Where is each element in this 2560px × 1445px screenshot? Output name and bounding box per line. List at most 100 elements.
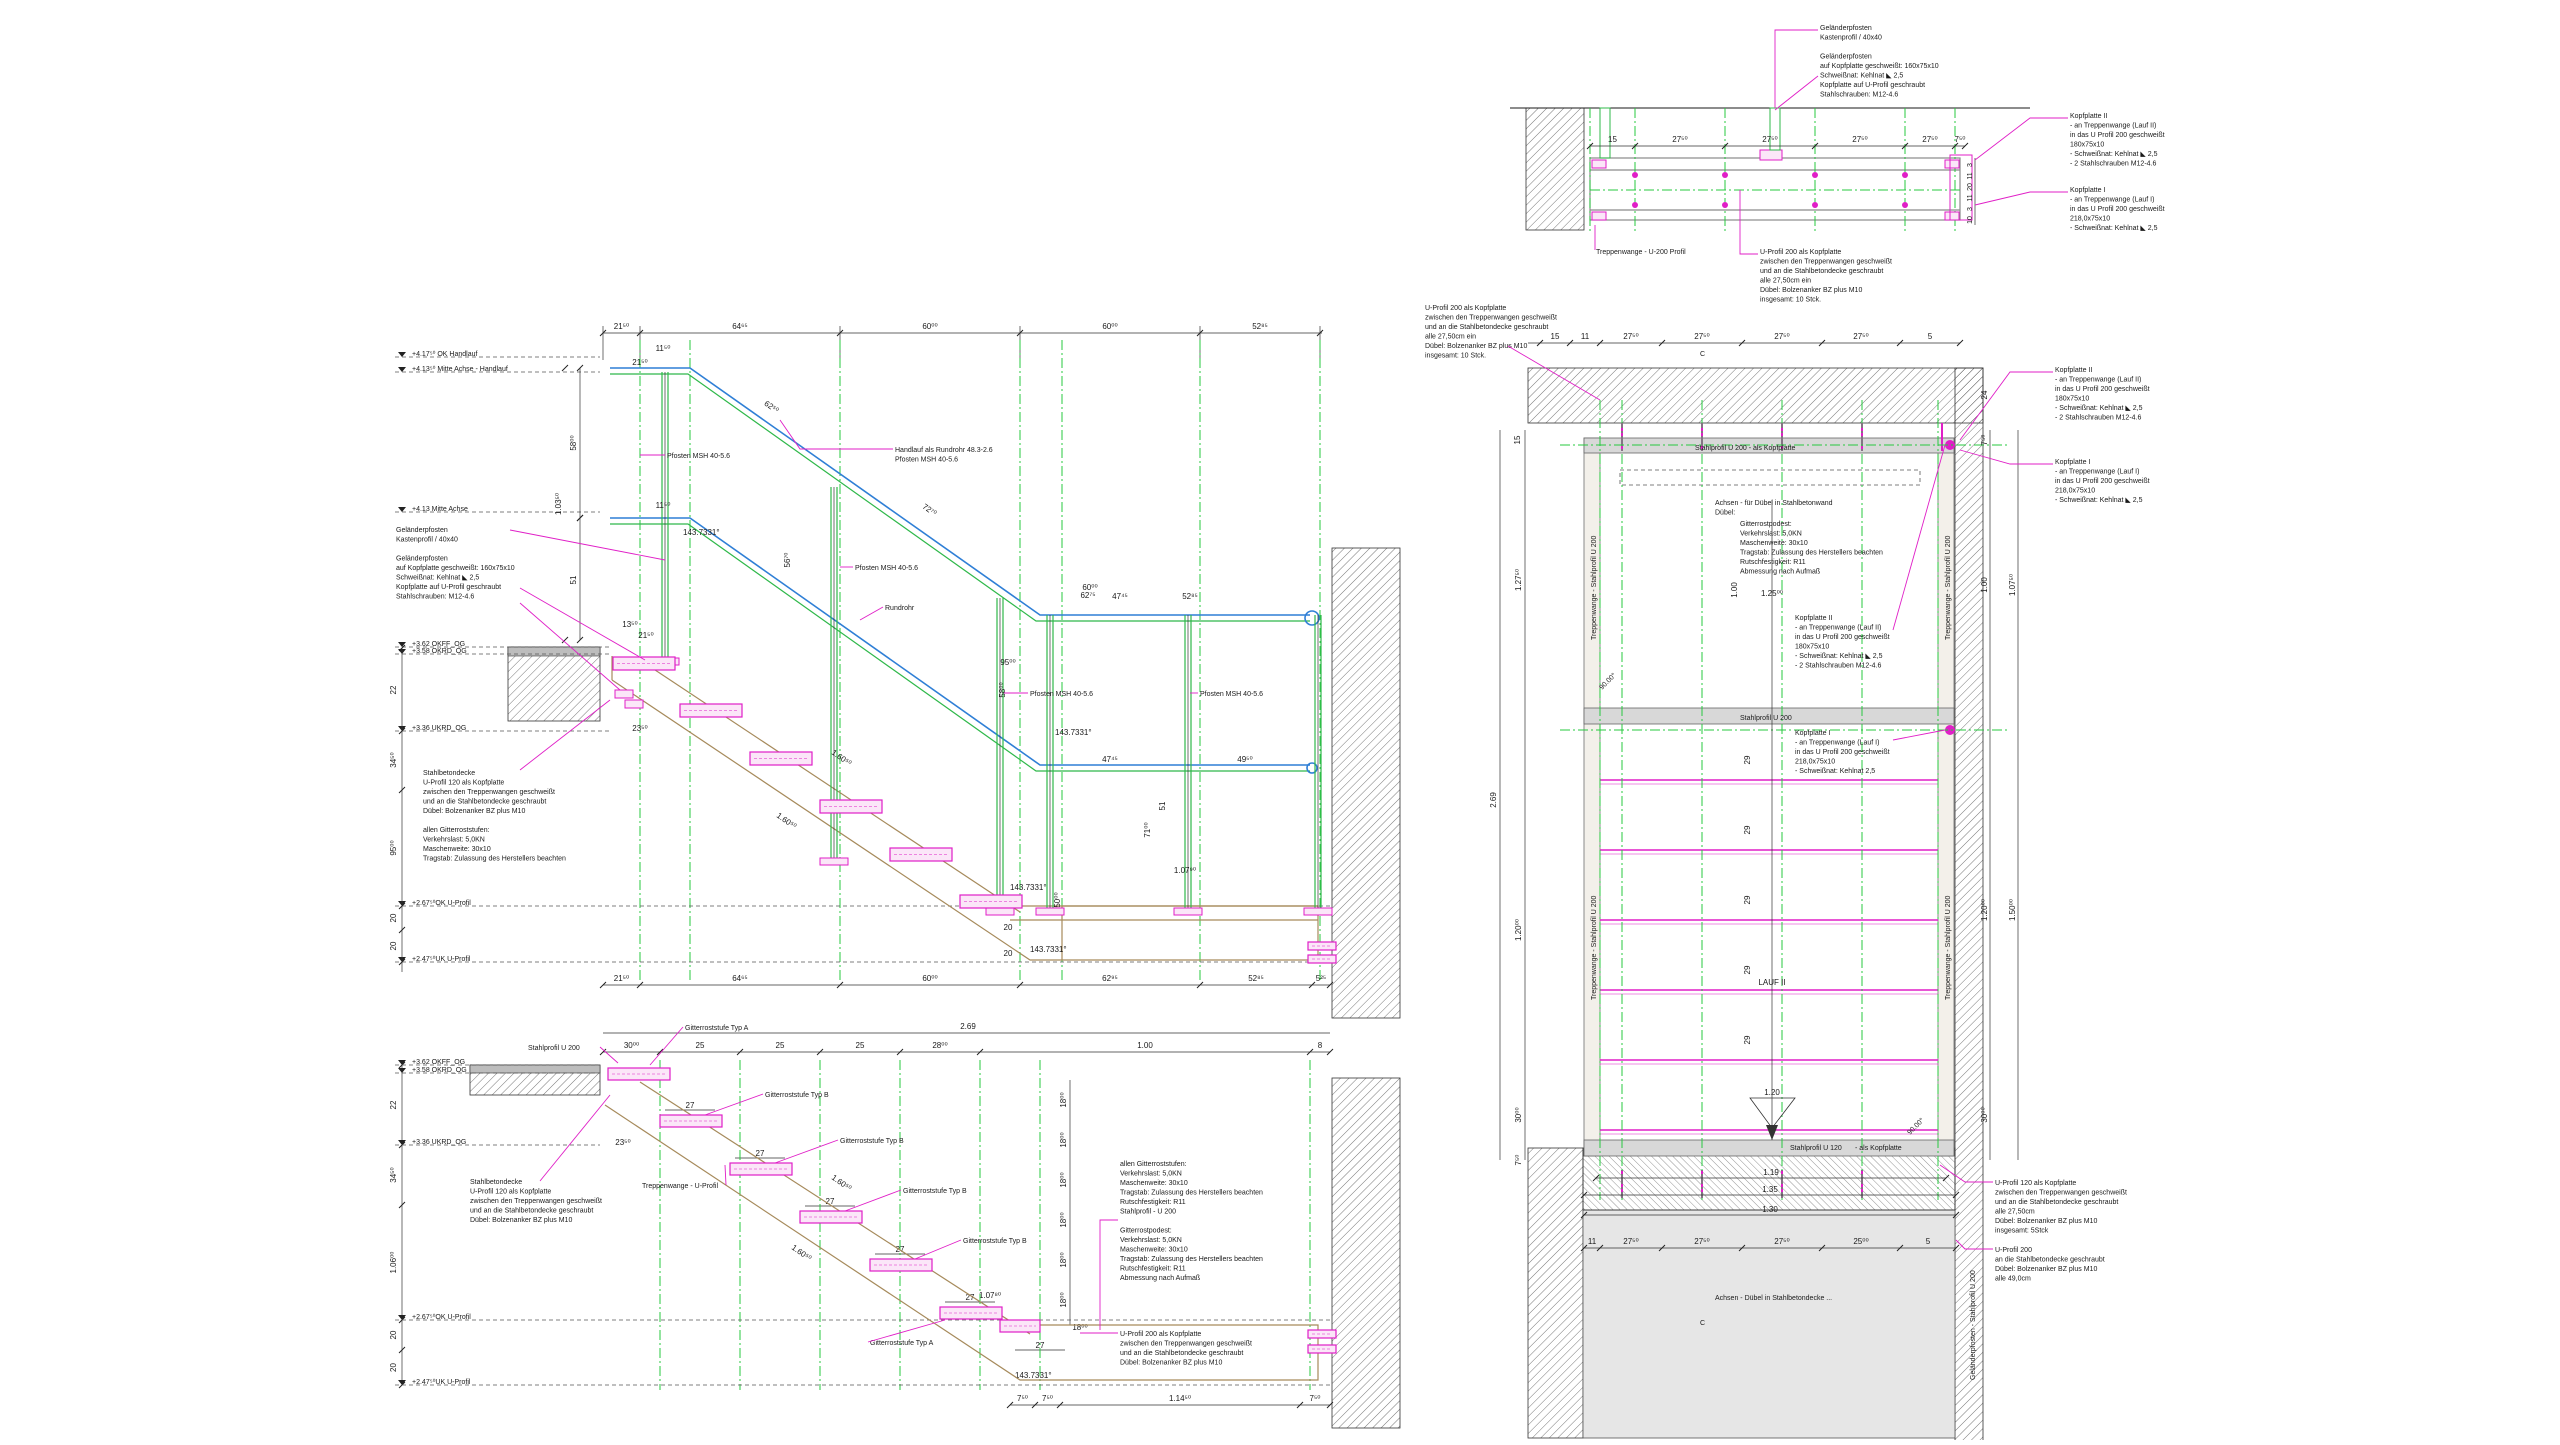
u-profile-120-callout: und an die Stahlbetondecke geschraubt <box>1995 1199 2118 1206</box>
dimension-text: 58⁰⁰ <box>569 435 578 450</box>
dimension-text: 23⁵⁰ <box>632 724 647 733</box>
dimension-text: 15 <box>1551 332 1560 341</box>
dimension-text: 1.06⁰⁰ <box>389 1252 398 1274</box>
angle-text: 90.00° <box>1598 671 1618 691</box>
dimension-text: 20 <box>389 941 398 950</box>
stringer-label: Treppenwange - Stahlprofil U 200 <box>1591 895 1598 1000</box>
side-top-dimensions: 21⁵⁰ 64⁶⁵ 60⁰⁰ 60⁰⁰ 52⁸⁵ <box>599 322 1324 360</box>
dimension-text: 1.07⁵⁰ <box>2008 574 2017 596</box>
dimension-text: 34⁵⁰ <box>389 1167 398 1182</box>
u-profile-200-callout: alle 49,0cm <box>1995 1276 2031 1283</box>
dimension-text: 25⁰⁰ <box>1853 1237 1868 1246</box>
dimension-text: 62⁹⁵ <box>1102 974 1118 983</box>
dimension-text: 60⁰⁰ <box>1102 322 1117 331</box>
tread-callout: Gitterroststufe Typ B <box>765 1092 829 1099</box>
dimension-text: 25 <box>776 1041 785 1050</box>
level-label: +3.62 OKFF_OG <box>412 1059 465 1066</box>
u-profile-callout: U-Profil 200 als Kopfplatte <box>1120 1331 1201 1338</box>
bolt-mark <box>1722 172 1728 178</box>
top-detail-view: 15 27⁵⁰ 27⁵⁰ 27⁵⁰ 27⁵⁰ 7⁵⁰ 3 11 20 11 3 10 Geländer… <box>1510 25 2165 304</box>
bolt-mark <box>1632 202 1638 208</box>
dimension-text: 1.03⁵⁰ <box>554 493 563 515</box>
head-plate-i-callout: 218,0x75x10 <box>2055 488 2095 495</box>
dimension-text: 7⁵⁰ <box>1980 435 1989 446</box>
dimension-text: 1.07⁸⁰ <box>979 1291 1001 1300</box>
head-plate-i-callout: 218,0x75x10 <box>1795 759 1835 766</box>
axes-note: Dübel: <box>1715 510 1735 517</box>
dimension-text: 1.60⁵⁰ <box>830 1173 853 1193</box>
dimension-text: 27⁵⁰ <box>1672 135 1687 144</box>
dimension-text: 1.00 <box>1980 577 1989 593</box>
dimension-text: 5 <box>1926 1237 1931 1246</box>
railing-post-callout: Kastenprofil / 40x40 <box>1820 35 1882 42</box>
head-plate-ii-callout: - an Treppenwange (Lauf II) <box>2055 377 2141 384</box>
dimension-text: 1.30 <box>1762 1205 1778 1214</box>
dimension-text: 1.20⁰⁰ <box>1980 899 1989 921</box>
dimension-text: 7⁵⁰ <box>1514 1155 1523 1166</box>
level-label: +3.36 UKRD_OG <box>412 725 466 732</box>
dimension-text: 71⁰⁰ <box>1143 822 1152 837</box>
dimension-text: 21⁵⁰ <box>614 974 629 983</box>
u-profile-200-callout: Dübel: Bolzenanker BZ plus M10 <box>1995 1266 2097 1273</box>
concrete-slab-left <box>507 646 601 722</box>
dimension-text: 95⁰⁰ <box>1000 658 1015 667</box>
dimension-text: 3 <box>1967 207 1974 211</box>
concrete-wall-section <box>1331 1077 1401 1429</box>
level-label: +4.17⁵⁰ OK Handlauf <box>412 350 477 358</box>
dimension-text: 56⁷⁰ <box>783 553 792 568</box>
profile-label: Stahlprofil U 200 - als Kopfplatte <box>1695 445 1795 452</box>
u-profile-200-callout: an die Stahlbetondecke geschraubt <box>1995 1257 2105 1264</box>
dimension-text: 27⁵⁰ <box>1623 332 1638 341</box>
handrail-callout: Pfosten MSH 40-5.6 <box>895 457 958 464</box>
u-profile-callout: Dübel: Bolzenanker BZ plus M10 <box>1120 1360 1222 1367</box>
u-profile-callout: Dübel: Bolzenanker BZ plus M10 <box>1760 287 1862 294</box>
dimension-text: 47⁴⁵ <box>1112 592 1128 601</box>
slab-callout: U-Profil 120 als Kopfplatte <box>470 1189 551 1196</box>
head-plate-i-callout: - an Treppenwange (Lauf I) <box>2055 469 2139 476</box>
level-label: +2.67⁵⁰OK U-Profil <box>412 899 471 907</box>
head-plate-ii-callout: Kopfplatte II <box>2070 113 2107 120</box>
angle-text: 143.7331° <box>1015 1371 1052 1380</box>
head-plate-i-callout: in das U Profil 200 geschweißt <box>2055 478 2150 485</box>
dimension-text: 25 <box>696 1041 705 1050</box>
level-label: +4.13⁵⁰ Mitte Achse - Handlauf <box>412 365 508 373</box>
dimension-text: 1.50⁰⁰ <box>2008 899 2017 921</box>
u-profile-callout: zwischen den Treppenwangen geschweißt <box>1120 1341 1252 1348</box>
head-plate-ii-callout: 180x75x10 <box>1795 644 1829 651</box>
dimension-text: 18⁰⁰ <box>1059 1172 1068 1187</box>
post-callout: Pfosten MSH 40-5.6 <box>1200 691 1263 698</box>
dimension-text: 29 <box>1743 1035 1752 1044</box>
dimension-text: 18⁰⁰ <box>1059 1092 1068 1107</box>
treads-spec-callout: Gitterrostpodest: <box>1120 1228 1172 1235</box>
treads-spec-callout: allen Gitterroststufen: <box>1120 1161 1187 1168</box>
bolt-mark <box>1722 202 1728 208</box>
head-plate-i-callout: - an Treppenwange (Lauf I) <box>2070 197 2154 204</box>
u-profile-callout: zwischen den Treppenwangen geschweißt <box>1760 259 1892 266</box>
post-callout: Pfosten MSH 40-5.6 <box>855 565 918 572</box>
level-label: +2.67⁵⁰OK U-Profil <box>412 1313 471 1321</box>
dimension-text: 50⁰⁰ <box>1053 892 1062 907</box>
dimension-text: 1.20⁰⁰ <box>1514 919 1523 941</box>
head-plate-ii-callout: 180x75x10 <box>2055 396 2089 403</box>
treads-spec-callout: Verkehrslast: 5,0KN <box>1120 1237 1182 1244</box>
treads-spec-callout: Tragstab: Zulassung des Herstellers beac… <box>1120 1190 1263 1197</box>
dimension-text: 52⁸⁵ <box>1182 592 1198 601</box>
dimension-text: 7⁵⁰ <box>1017 1394 1028 1403</box>
angle-text: 143.7331° <box>1010 883 1047 892</box>
dimension-text: 27⁵⁰ <box>1774 1237 1789 1246</box>
landing-spec: Tragstab: Zulassung des Herstellers beac… <box>1740 550 1883 557</box>
dimension-text: 20 <box>1004 949 1013 958</box>
profile-label: - als Kopfplatte <box>1855 1145 1902 1152</box>
head-plate-ii-callout: - Schweißnat: Kehlnat ◣ 2,5 <box>1795 653 1883 660</box>
dimension-text: 21⁵⁰ <box>638 631 653 640</box>
dimension-text: 64⁶⁵ <box>732 974 748 983</box>
dimension-text: 11⁵⁰ <box>656 344 671 353</box>
plan-wall-top <box>1527 367 1984 424</box>
landing-spec: Rutschfestigkeit: R11 <box>1740 559 1806 566</box>
staircase-drawing-sheet: 21⁵⁰ 64⁶⁵ 60⁰⁰ 60⁰⁰ 52⁸⁵ 21⁵⁰ 64⁶⁵ 60⁰⁰ 62⁹⁵ 52⁸… <box>389 25 2165 1445</box>
u-profile-callout: und an die Stahlbetondecke geschraubt <box>1120 1350 1243 1357</box>
profile-label: Stahlprofil U 120 <box>1790 1145 1842 1152</box>
bolt-mark <box>1902 202 1908 208</box>
dimension-text: 27 <box>756 1149 765 1158</box>
dimension-text: 27⁵⁰ <box>1694 332 1709 341</box>
